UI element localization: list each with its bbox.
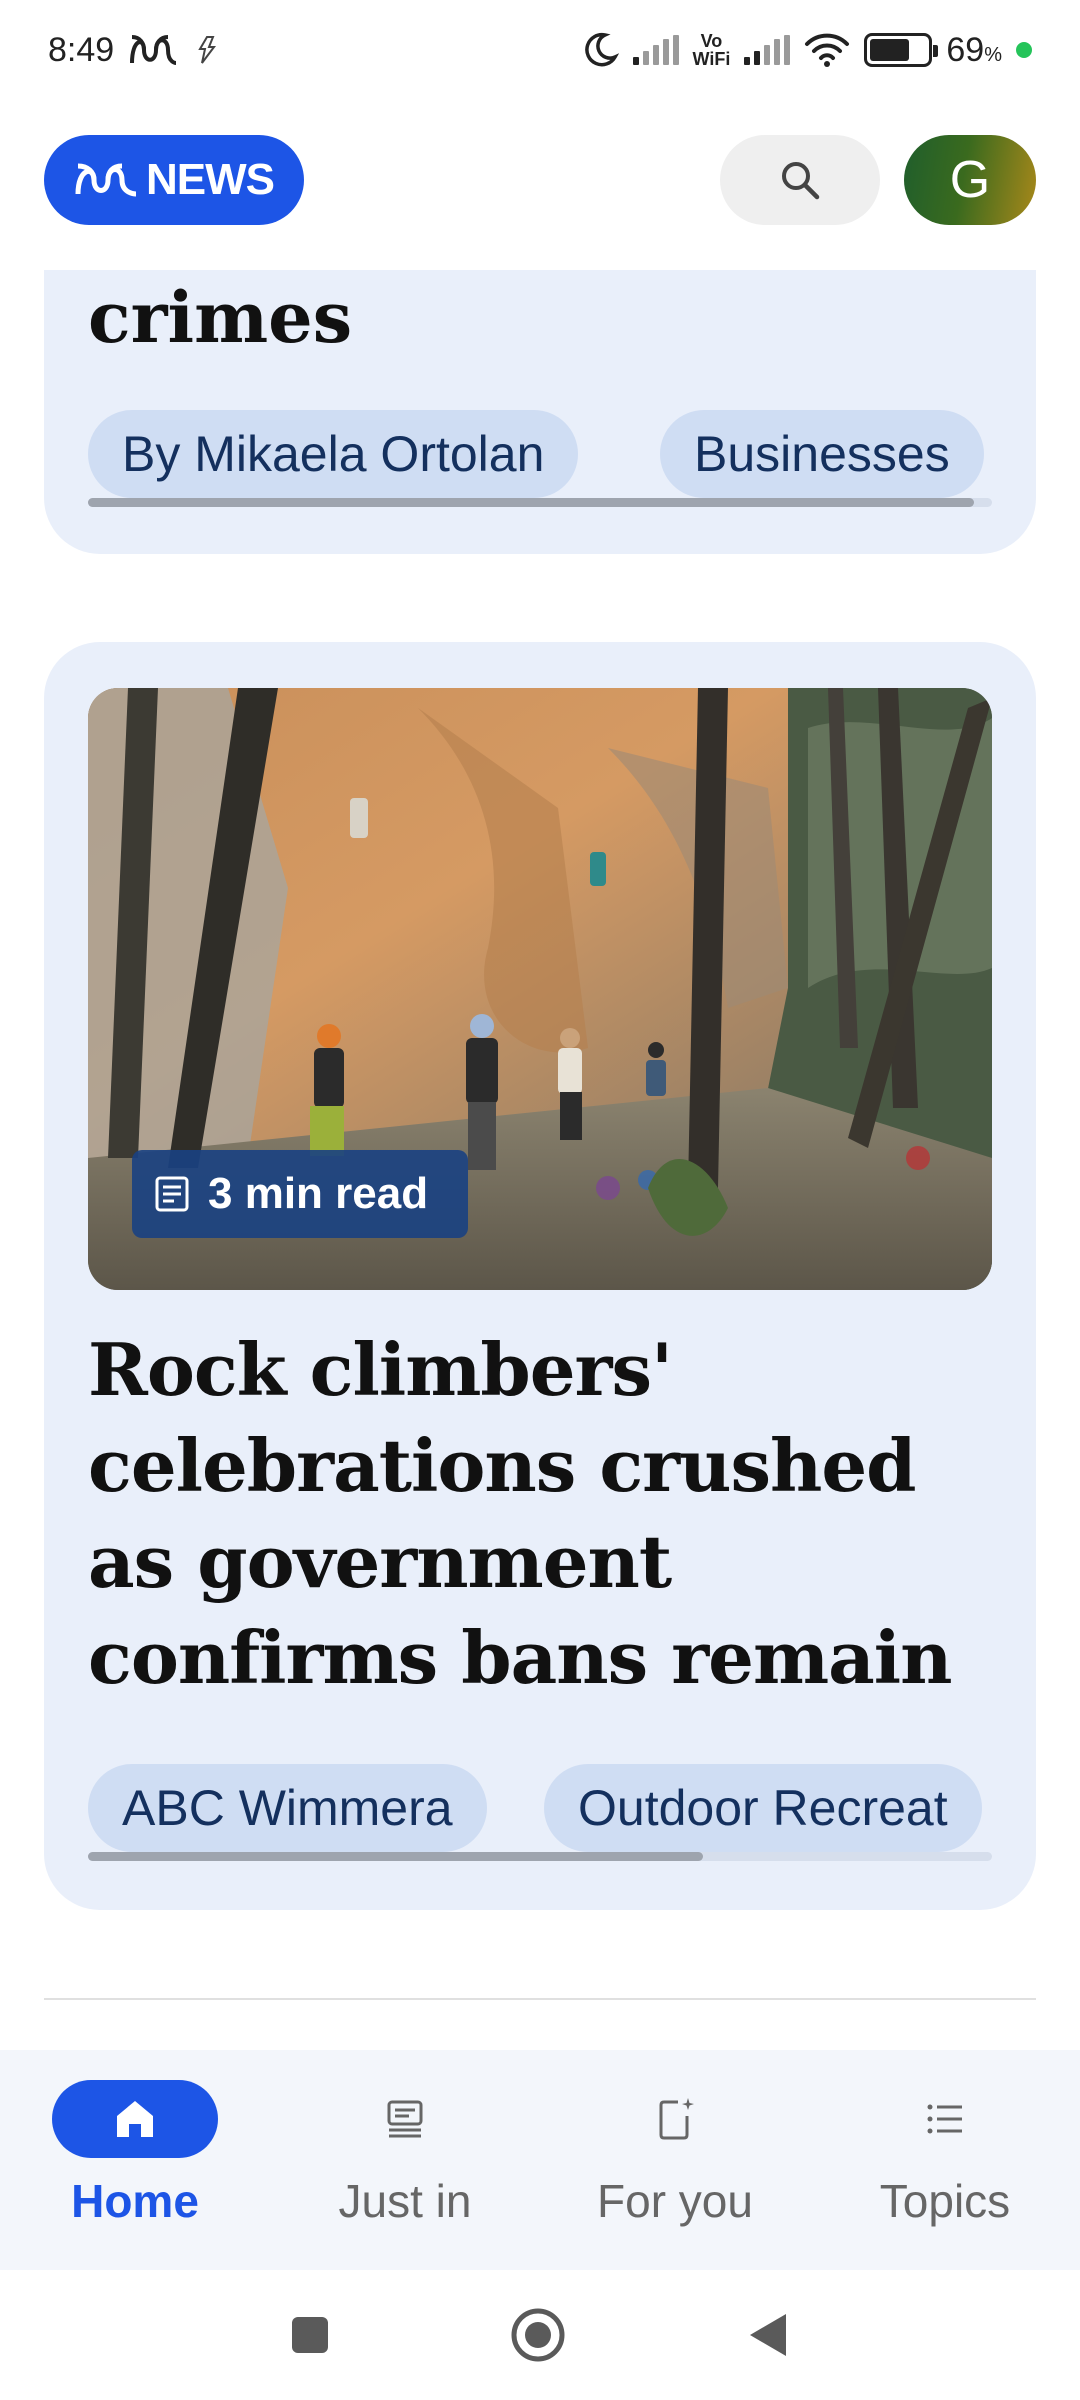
read-time-badge: 3 min read — [132, 1150, 468, 1238]
tag-chip-row[interactable]: ABC Wimmera Outdoor Recreat — [88, 1764, 992, 1856]
abc-logo-icon — [75, 163, 137, 197]
vowifi-icon: Vo WiFi — [692, 31, 731, 69]
status-time: 8:49 — [48, 30, 115, 69]
search-icon — [782, 162, 820, 200]
wifi-icon — [805, 33, 850, 67]
back-icon[interactable] — [746, 2312, 790, 2358]
battery-fill — [870, 39, 909, 61]
tag-scrollbar — [88, 1852, 992, 1861]
do-not-disturb-icon — [584, 32, 619, 67]
recents-icon[interactable] — [290, 2315, 330, 2355]
abc-news-logo[interactable]: NEWS — [44, 135, 304, 225]
nav-home[interactable]: Home — [0, 2050, 270, 2270]
privacy-indicator — [1016, 42, 1032, 58]
topics-icon — [927, 2104, 962, 2134]
status-left: 8:49 — [48, 31, 220, 70]
home-icon — [117, 2101, 153, 2137]
article-card-previous[interactable]: crimes By Mikaela Ortolan Businesses — [44, 270, 1036, 554]
article-card[interactable]: 3 min read Rock climbers' celebrations c… — [44, 642, 1036, 1910]
signal-strength-icon — [632, 35, 679, 65]
profile-avatar[interactable]: G — [904, 135, 1036, 225]
nav-topics-indicator[interactable] — [862, 2080, 1028, 2158]
for-you-icon — [659, 2098, 694, 2140]
feed-divider — [44, 1998, 1036, 2000]
logo-text: NEWS — [146, 155, 275, 204]
nav-home-indicator[interactable] — [52, 2080, 218, 2158]
nav-home-label[interactable]: Home — [71, 2174, 199, 2228]
article-headline[interactable]: Rock climbers' celebrations crushed as g… — [88, 1322, 992, 1706]
nav-just-in-indicator[interactable] — [322, 2080, 488, 2158]
battery-percent: 69% — [946, 30, 1002, 69]
article-icon — [155, 1176, 189, 1212]
article-title-fragment[interactable]: crimes — [88, 276, 352, 359]
status-bar: 8:49 Vo WiFi 69% — [0, 0, 1080, 100]
nav-just-in-label[interactable]: Just in — [339, 2174, 472, 2228]
signal-strength-2-icon — [744, 35, 791, 65]
tag-chip-row[interactable]: By Mikaela Ortolan Businesses — [88, 410, 992, 502]
system-navigation-bar — [0, 2270, 1080, 2400]
tag-chip-author[interactable]: By Mikaela Ortolan — [88, 410, 579, 498]
nav-for-you[interactable]: For you — [540, 2050, 810, 2270]
tag-scrollbar — [88, 498, 992, 507]
nav-topics[interactable]: Topics — [810, 2050, 1080, 2270]
search-button[interactable] — [720, 135, 880, 225]
nav-for-you-label[interactable]: For you — [597, 2174, 753, 2228]
nav-just-in[interactable]: Just in — [270, 2050, 540, 2270]
just-in-icon — [387, 2100, 423, 2138]
app-header: NEWS G — [0, 120, 1080, 240]
tag-scrollbar-thumb — [88, 498, 974, 507]
read-time-label: 3 min read — [208, 1169, 429, 1218]
nav-for-you-indicator[interactable] — [592, 2080, 758, 2158]
tag-chip-topic[interactable]: Outdoor Recreat — [544, 1764, 982, 1852]
battery-icon — [864, 33, 939, 67]
nav-topics-label[interactable]: Topics — [880, 2174, 1010, 2228]
notification-icon — [198, 36, 217, 64]
home-circle-icon[interactable] — [510, 2307, 566, 2363]
tag-chip-topic[interactable]: Businesses — [660, 410, 984, 498]
bottom-navigation: Home Just in For you Topics — [0, 2050, 1080, 2270]
tag-scrollbar-thumb — [88, 1852, 703, 1861]
status-right: Vo WiFi 69% — [581, 31, 1032, 70]
abc-notification-icon — [130, 35, 177, 65]
tag-chip-location[interactable]: ABC Wimmera — [88, 1764, 487, 1852]
